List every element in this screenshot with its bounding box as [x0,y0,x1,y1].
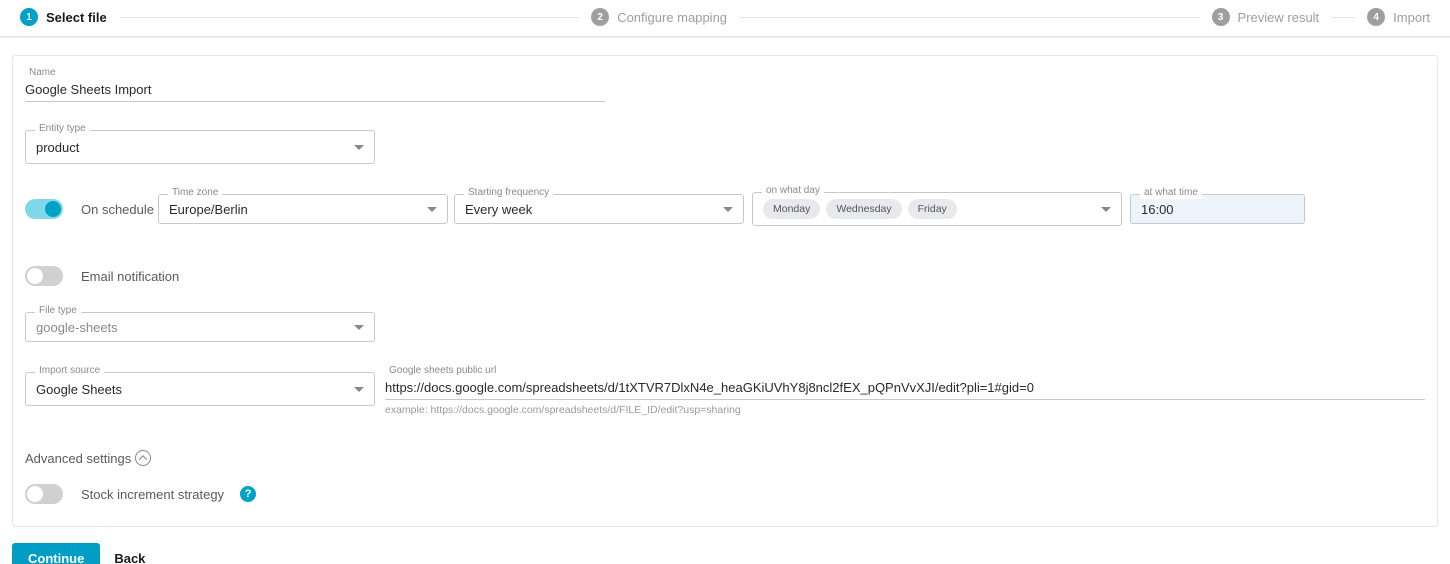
at-what-time-label: at what time [1140,187,1202,199]
toggle-knob [27,486,43,502]
stepper-divider [0,36,1450,37]
day-chip[interactable]: Monday [763,199,820,219]
advanced-settings-label: Advanced settings [25,451,131,466]
name-input[interactable]: Google Sheets Import [25,74,605,102]
chevron-down-icon [354,387,364,392]
chevron-down-icon [723,207,733,212]
file-type-value: google-sheets [36,320,346,335]
chevron-up-icon [135,450,151,466]
file-type-field[interactable]: File type google-sheets [25,312,375,342]
continue-button[interactable]: Continue [12,543,100,564]
step-label: Configure mapping [617,10,727,25]
step-connector [1331,17,1355,18]
day-chips: Monday Wednesday Friday [763,199,1093,219]
wizard-stepper: 1 Select file 2 Configure mapping 3 Prev… [0,0,1450,36]
time-zone-field[interactable]: Time zone Europe/Berlin [158,194,448,224]
public-url-input[interactable]: https://docs.google.com/spreadsheets/d/1… [385,372,1425,400]
wizard-footer: Continue Back [12,543,1438,564]
at-what-time-field[interactable]: at what time 16:00 [1130,194,1305,224]
on-what-day-label: on what day [762,185,824,197]
step-label: Preview result [1238,10,1320,25]
stock-increment-label: Stock increment strategy [81,487,224,502]
time-zone-value: Europe/Berlin [169,202,419,217]
import-source-label: Import source [35,365,104,377]
step-label: Select file [46,10,107,25]
toggle-knob [27,268,43,284]
toggle-knob [45,201,61,217]
step-number: 4 [1367,8,1385,26]
email-notification-toggle[interactable] [25,266,63,286]
public-url-label: Google sheets public url [385,365,500,377]
name-value: Google Sheets Import [25,82,151,97]
on-schedule-label: On schedule [81,202,154,217]
day-chip[interactable]: Friday [908,199,957,219]
chevron-down-icon [354,145,364,150]
day-chip[interactable]: Wednesday [826,199,901,219]
on-what-day-field[interactable]: on what day Monday Wednesday Friday [752,192,1122,226]
import-source-field[interactable]: Import source Google Sheets [25,372,375,406]
public-url-value: https://docs.google.com/spreadsheets/d/1… [385,380,1034,395]
step-number: 1 [20,8,38,26]
step-connector [739,17,1199,18]
import-source-select[interactable]: Google Sheets [25,372,375,406]
step-select-file[interactable]: 1 Select file [20,8,107,26]
help-icon[interactable]: ? [240,486,256,502]
import-source-value: Google Sheets [36,382,346,397]
chevron-down-icon [1101,207,1111,212]
step-import[interactable]: 4 Import [1367,8,1430,26]
entity-type-select[interactable]: product [25,130,375,164]
step-number: 3 [1212,8,1230,26]
name-label: Name [25,67,60,79]
name-field[interactable]: Name Google Sheets Import [25,74,605,102]
advanced-settings-toggle[interactable]: Advanced settings [25,450,1425,466]
select-file-card: Name Google Sheets Import Entity type pr… [12,55,1438,527]
step-number: 2 [591,8,609,26]
on-what-day-select[interactable]: Monday Wednesday Friday [752,192,1122,226]
chevron-down-icon [427,207,437,212]
file-type-label: File type [35,305,81,317]
step-configure-mapping[interactable]: 2 Configure mapping [591,8,727,26]
public-url-field[interactable]: Google sheets public url https://docs.go… [385,372,1425,416]
entity-type-label: Entity type [35,123,90,135]
at-what-time-value: 16:00 [1141,202,1294,217]
public-url-helper: example: https://docs.google.com/spreads… [385,404,1425,416]
on-schedule-toggle[interactable] [25,199,63,219]
entity-type-field[interactable]: Entity type product [25,130,375,164]
step-label: Import [1393,10,1430,25]
frequency-field[interactable]: Starting frequency Every week [454,194,744,224]
frequency-label: Starting frequency [464,187,553,199]
time-zone-label: Time zone [168,187,222,199]
chevron-down-icon [354,325,364,330]
back-button[interactable]: Back [114,551,145,564]
stock-increment-toggle[interactable] [25,484,63,504]
email-notification-label: Email notification [81,269,179,284]
entity-type-value: product [36,140,346,155]
step-connector [119,17,579,18]
step-preview-result[interactable]: 3 Preview result [1212,8,1320,26]
frequency-value: Every week [465,202,715,217]
